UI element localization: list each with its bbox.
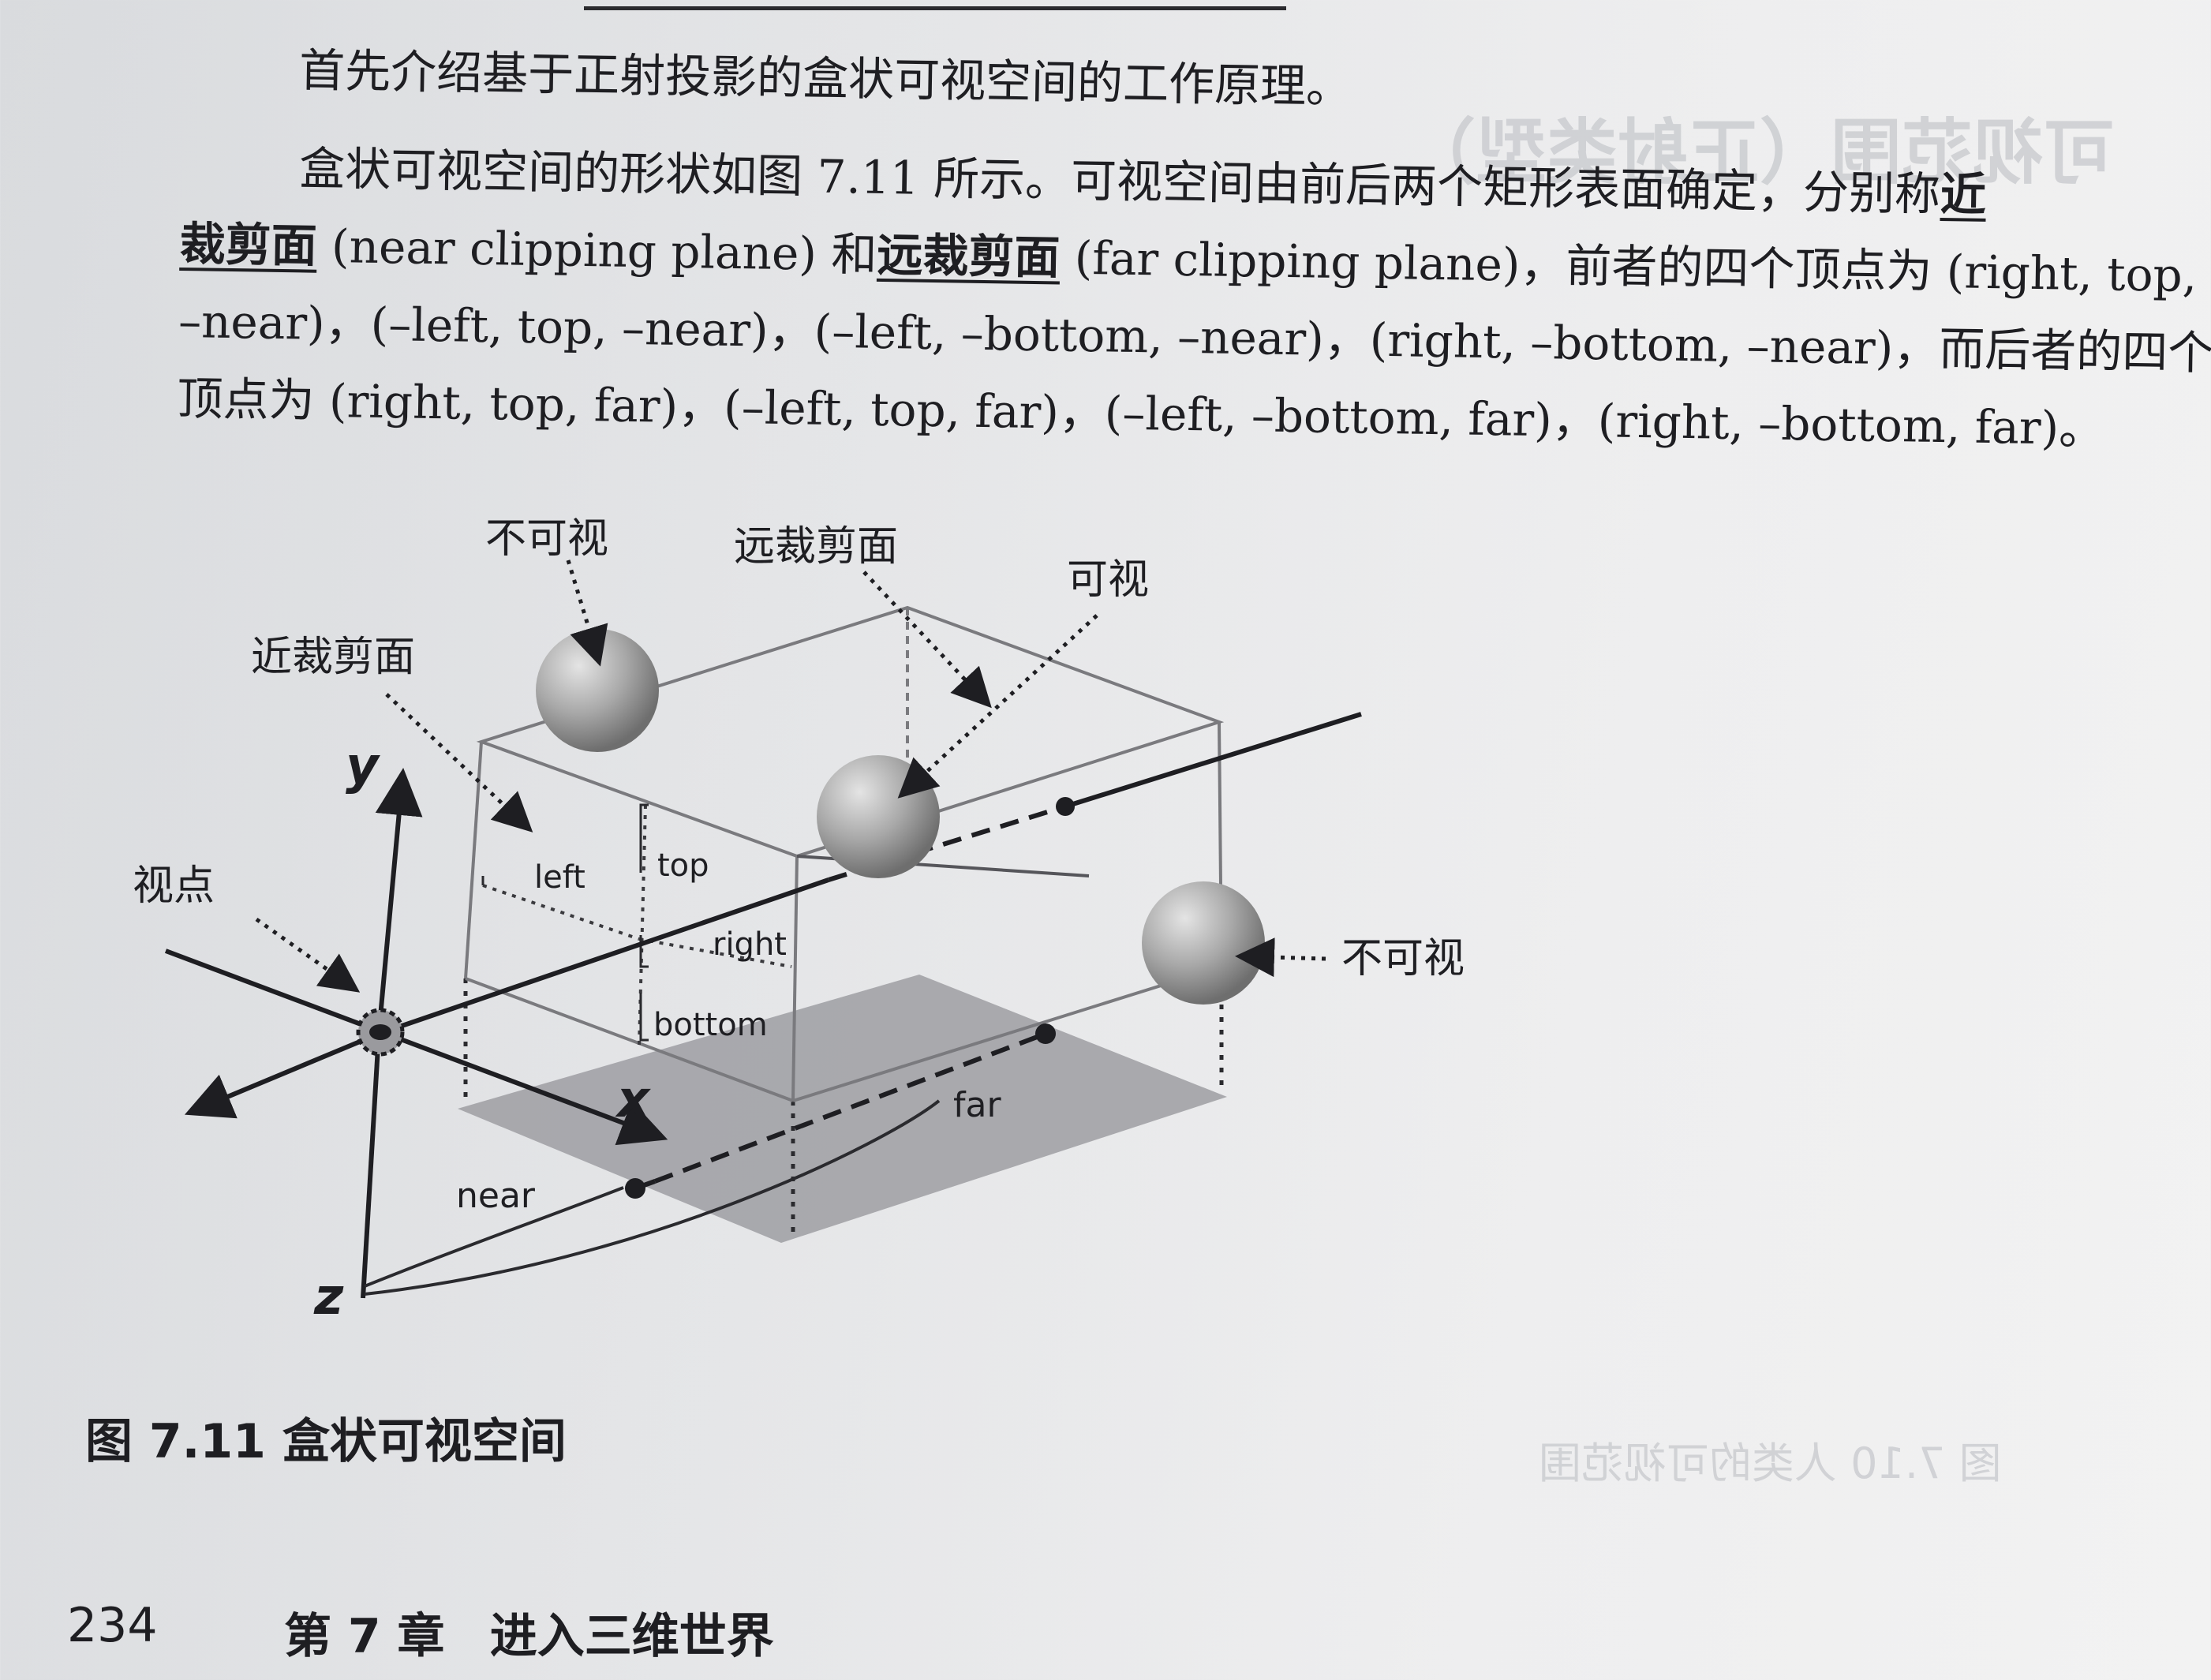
label-axis-y: y <box>346 737 380 795</box>
label-top: top <box>657 847 709 884</box>
chapter-title: 进入三维世界 <box>489 1609 774 1664</box>
floor-shadow <box>458 975 1227 1243</box>
label-invisible-right: 不可视 <box>1341 935 1465 982</box>
floor-far-marker <box>1035 1023 1056 1044</box>
floor-near-marker <box>625 1178 645 1199</box>
chapter-label: 第 7 章 进入三维世界 <box>284 1598 774 1667</box>
x-axis <box>164 949 668 1146</box>
label-visible: 可视 <box>1067 556 1149 604</box>
label-near: near <box>456 1176 536 1216</box>
page-number: 234 <box>67 1598 158 1653</box>
viewpoint-eye-icon <box>356 1008 405 1057</box>
label-axis-x: x <box>615 1071 651 1129</box>
label-viewpoint: 视点 <box>133 862 215 910</box>
label-invisible-top: 不可视 <box>485 515 608 563</box>
label-left: left <box>534 859 585 896</box>
sphere-invisible-right <box>1142 881 1265 1005</box>
label-far: far <box>953 1085 1001 1125</box>
label-axis-z: z <box>313 1268 344 1326</box>
label-bottom: bottom <box>653 1007 768 1043</box>
sphere-invisible-top <box>536 629 659 752</box>
far-point-marker <box>1056 797 1075 816</box>
near-plane-ticks <box>481 803 649 1042</box>
label-far-plane: 远裁剪面 <box>734 523 898 571</box>
view-direction-far <box>1064 712 1362 809</box>
x-axis-negative <box>184 1031 380 1119</box>
label-near-plane: 近裁剪面 <box>251 634 415 681</box>
chapter-number: 第 7 章 <box>284 1609 445 1664</box>
figure-caption: 图 7.11 盒状可视空间 <box>85 1414 567 1469</box>
sphere-visible <box>817 755 940 878</box>
z-axis <box>361 1033 381 1299</box>
label-right: right <box>713 926 787 963</box>
y-axis <box>375 768 423 1035</box>
